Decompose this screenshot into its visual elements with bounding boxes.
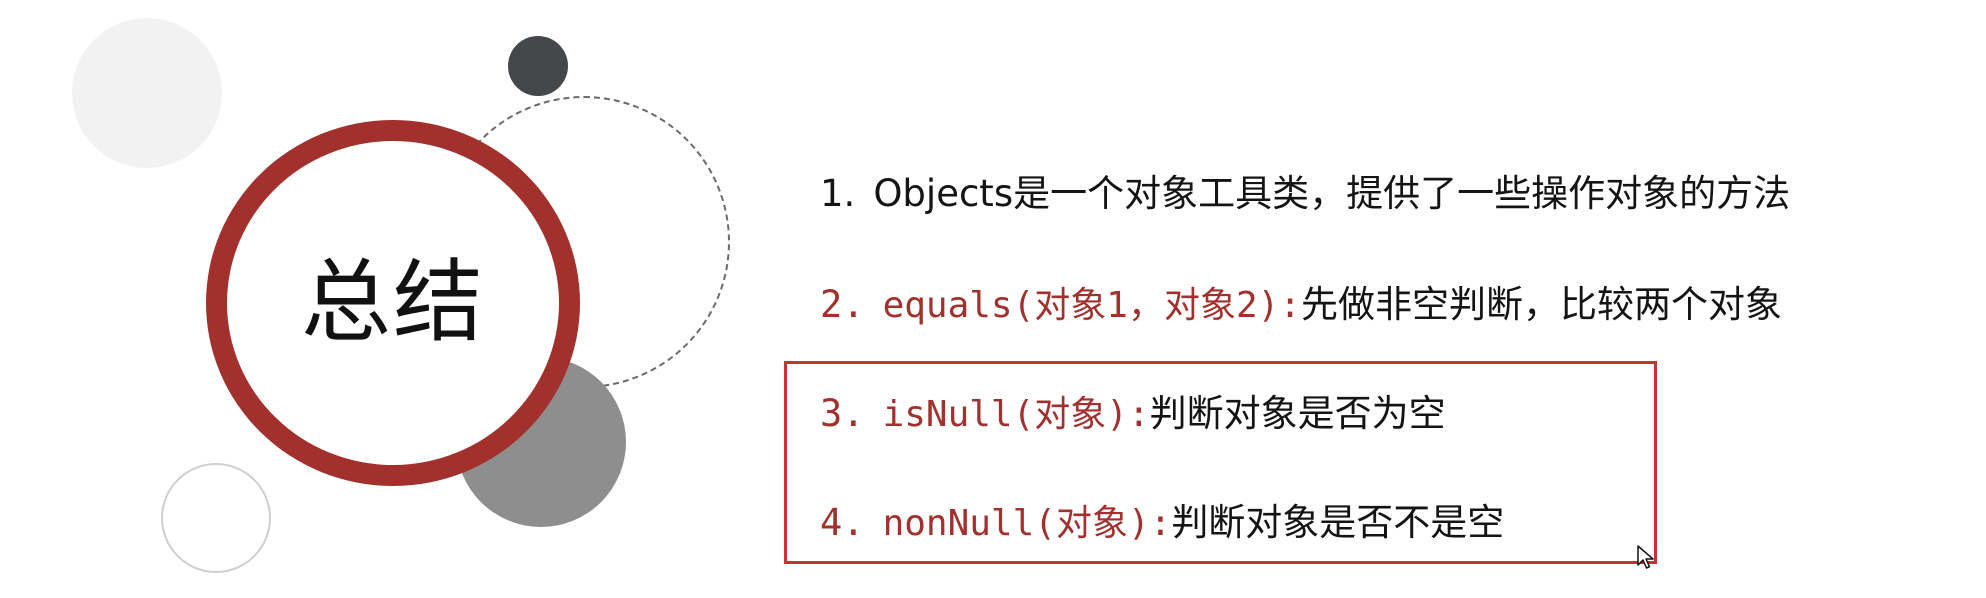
item-number: 1. (820, 172, 856, 215)
summary-item-1: 1. Objects是一个对象工具类，提供了一些操作对象的方法 (820, 175, 1790, 212)
item-number: 2. (820, 283, 865, 326)
title-ring: 总结 (206, 120, 580, 486)
decorative-dark-dot (508, 36, 568, 96)
summary-item-2: 2. equals(对象1，对象2):先做非空判断，比较两个对象 (820, 286, 1782, 324)
item-text: 先做非空判断，比较两个对象 (1300, 283, 1782, 326)
item-text: Objects是一个对象工具类，提供了一些操作对象的方法 (873, 172, 1791, 215)
slide-title: 总结 (301, 250, 485, 355)
decorative-outline-circle (161, 463, 271, 573)
decorative-light-gray-circle (72, 18, 222, 168)
highlight-box (784, 361, 1657, 564)
item-code: equals(对象1，对象2): (882, 285, 1301, 326)
slide: 总结 1. Objects是一个对象工具类，提供了一些操作对象的方法 2. equa… (0, 0, 1986, 598)
